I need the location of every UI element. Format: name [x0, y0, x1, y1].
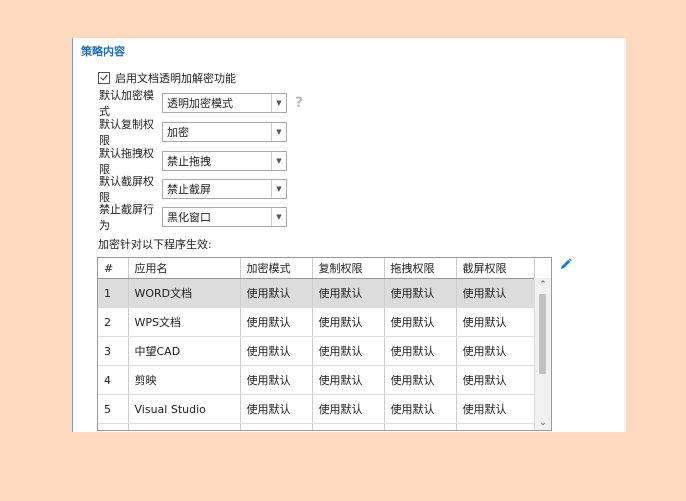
- cell-app-name: Visual Studio: [128, 394, 241, 424]
- cell-screenshot-permission[interactable]: 使用默认: [456, 278, 536, 308]
- select-value: 黑化窗口: [167, 211, 211, 224]
- table-row[interactable]: 3 中望CAD 使用默认 使用默认 使用默认 使用默认: [98, 336, 536, 366]
- default-drag-permission-row: 默认拖拽权限 禁止拖拽 ▼: [99, 147, 287, 176]
- default-encrypt-mode-row: 默认加密模式 透明加密模式 ▼ ?: [99, 89, 303, 118]
- cell-index: 4: [98, 365, 129, 395]
- default-encrypt-mode-select[interactable]: 透明加密模式 ▼: [162, 93, 287, 113]
- chevron-down-icon[interactable]: ▼: [271, 94, 286, 112]
- column-header-app-name[interactable]: 应用名: [128, 258, 241, 279]
- default-encrypt-mode-label: 默认加密模式: [99, 89, 154, 118]
- cell-index: 1: [98, 278, 129, 308]
- cell-screenshot-permission[interactable]: 使用默认: [456, 336, 536, 366]
- question-icon[interactable]: ?: [295, 95, 303, 111]
- section-title: 策略内容: [81, 45, 125, 58]
- column-header-screenshot-permission[interactable]: 截屏权限: [456, 258, 536, 279]
- default-screenshot-permission-select[interactable]: 禁止截屏 ▼: [162, 179, 287, 199]
- default-copy-permission-select[interactable]: 加密 ▼: [162, 122, 287, 142]
- table-row[interactable]: 1 WORD文档 使用默认 使用默认 使用默认 使用默认: [98, 278, 536, 308]
- table-row[interactable]: [98, 423, 536, 430]
- chevron-down-icon[interactable]: ▼: [271, 208, 286, 226]
- cell-drag-permission[interactable]: 使用默认: [384, 307, 457, 337]
- cell-screenshot-permission[interactable]: 使用默认: [456, 394, 536, 424]
- enable-encryption-checkbox[interactable]: [98, 72, 110, 84]
- screenshot-block-behavior-row: 禁止截屏行为 黑化窗口 ▼: [99, 203, 287, 232]
- cell-copy-permission[interactable]: 使用默认: [312, 336, 385, 366]
- screenshot-block-behavior-select[interactable]: 黑化窗口 ▼: [162, 207, 287, 227]
- cell-encrypt-mode[interactable]: 使用默认: [240, 365, 313, 395]
- enable-encryption-row[interactable]: 启用文档透明加解密功能: [98, 70, 236, 86]
- cell-screenshot-permission[interactable]: 使用默认: [456, 307, 536, 337]
- cell-app-name: 中望CAD: [128, 336, 241, 366]
- panel-right-edge: [624, 38, 626, 432]
- select-value: 禁止拖拽: [167, 155, 211, 168]
- pencil-icon[interactable]: [560, 258, 572, 273]
- chevron-down-icon[interactable]: ▼: [271, 152, 286, 170]
- panel-left-border: [72, 38, 73, 432]
- table-caption: 加密针对以下程序生效:: [98, 238, 212, 251]
- cell-drag-permission[interactable]: 使用默认: [384, 278, 457, 308]
- cell-app-name: WPS文档: [128, 307, 241, 337]
- table-vertical-scrollbar[interactable]: ⌃ ⌄: [534, 278, 551, 430]
- program-table: # 应用名 加密模式 复制权限 拖拽权限 截屏权限 1 WORD文档 使用默认 …: [97, 257, 552, 431]
- cell-copy-permission[interactable]: 使用默认: [312, 394, 385, 424]
- screenshot-block-behavior-label: 禁止截屏行为: [99, 203, 154, 232]
- column-header-index[interactable]: #: [98, 258, 129, 279]
- select-value: 加密: [167, 126, 189, 139]
- cell-index: 5: [98, 394, 129, 424]
- cell-app-name: WORD文档: [128, 278, 241, 308]
- cell-screenshot-permission[interactable]: 使用默认: [456, 365, 536, 395]
- chevron-up-icon[interactable]: ⌃: [535, 278, 551, 292]
- cell-app-name: 剪映: [128, 365, 241, 395]
- enable-encryption-label[interactable]: 启用文档透明加解密功能: [115, 70, 236, 86]
- select-value: 透明加密模式: [167, 97, 233, 110]
- column-header-encrypt-mode[interactable]: 加密模式: [240, 258, 313, 279]
- chevron-down-icon[interactable]: ▼: [271, 180, 286, 198]
- scrollbar-thumb[interactable]: [539, 294, 546, 374]
- column-header-copy-permission[interactable]: 复制权限: [312, 258, 385, 279]
- chevron-down-icon[interactable]: ▼: [271, 123, 286, 141]
- cell-index: 2: [98, 307, 129, 337]
- header-corner: [534, 258, 551, 279]
- table-row[interactable]: 5 Visual Studio 使用默认 使用默认 使用默认 使用默认: [98, 394, 536, 424]
- cell-drag-permission[interactable]: 使用默认: [384, 365, 457, 395]
- chevron-down-icon[interactable]: ⌄: [535, 416, 551, 430]
- cell-copy-permission[interactable]: 使用默认: [312, 365, 385, 395]
- column-header-drag-permission[interactable]: 拖拽权限: [384, 258, 457, 279]
- cell-encrypt-mode[interactable]: 使用默认: [240, 336, 313, 366]
- table-row[interactable]: 2 WPS文档 使用默认 使用默认 使用默认 使用默认: [98, 307, 536, 337]
- cell-drag-permission[interactable]: 使用默认: [384, 336, 457, 366]
- cell-encrypt-mode[interactable]: 使用默认: [240, 278, 313, 308]
- select-value: 禁止截屏: [167, 183, 211, 196]
- default-copy-permission-row: 默认复制权限 加密 ▼: [99, 118, 287, 147]
- cell-encrypt-mode[interactable]: 使用默认: [240, 394, 313, 424]
- cell-drag-permission[interactable]: 使用默认: [384, 394, 457, 424]
- cell-copy-permission[interactable]: 使用默认: [312, 278, 385, 308]
- default-drag-permission-select[interactable]: 禁止拖拽 ▼: [162, 151, 287, 171]
- cell-copy-permission[interactable]: 使用默认: [312, 307, 385, 337]
- cell-index: 3: [98, 336, 129, 366]
- default-screenshot-permission-row: 默认截屏权限 禁止截屏 ▼: [99, 175, 287, 204]
- cell-encrypt-mode[interactable]: 使用默认: [240, 307, 313, 337]
- default-copy-permission-label: 默认复制权限: [99, 118, 154, 147]
- table-row[interactable]: 4 剪映 使用默认 使用默认 使用默认 使用默认: [98, 365, 536, 395]
- policy-content-panel: 策略内容 启用文档透明加解密功能 默认加密模式 透明加密模式 ▼ ? 默认复制权…: [72, 38, 626, 432]
- table-header-row: # 应用名 加密模式 复制权限 拖拽权限 截屏权限: [98, 258, 536, 279]
